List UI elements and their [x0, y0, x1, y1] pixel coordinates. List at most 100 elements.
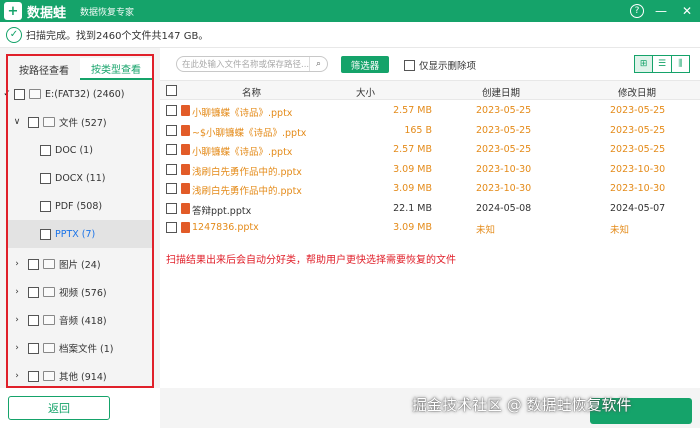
table-row[interactable]: 浅刷白先勇作品中的.pptx 3.09 MB 2023-10-30 2023-1… [160, 160, 700, 180]
chevron-down-icon[interactable]: ∨ [12, 117, 22, 127]
image-icon [43, 259, 55, 269]
tree-checkbox[interactable] [14, 88, 25, 100]
tree-item-label: DOCX (11) [55, 172, 106, 184]
row-checkbox[interactable] [166, 222, 177, 233]
tree-item-images[interactable]: › 图片 (24) [8, 250, 152, 278]
pptx-file-icon [181, 144, 190, 155]
only-deleted-label: 仅显示删除项 [419, 61, 477, 72]
table-row[interactable]: 浅刷白先勇作品中的.pptx 3.09 MB 2023-10-30 2023-1… [160, 179, 700, 199]
only-deleted-checkbox[interactable] [404, 59, 415, 71]
minimize-icon[interactable]: — [652, 2, 670, 20]
tree-checkbox[interactable] [28, 342, 39, 354]
file-modified: 2023-05-25 [610, 105, 666, 116]
tree-item-audio[interactable]: › 音频 (418) [8, 306, 152, 334]
file-size: 2.57 MB [393, 144, 432, 155]
tab-by-type[interactable]: 按类型查看 [80, 58, 152, 80]
file-modified: 2023-05-25 [610, 144, 666, 155]
tree-item-docx[interactable]: DOCX (11) [8, 164, 152, 192]
tree-item-label: DOC (1) [55, 144, 93, 156]
column-modified[interactable]: 修改日期 [618, 85, 656, 99]
pptx-file-icon [181, 105, 190, 116]
column-size[interactable]: 大小 [356, 85, 375, 99]
table-row[interactable]: 小聊镰蝶《诗品》.pptx 2.57 MB 2023-05-25 2023-05… [160, 101, 700, 121]
tree-item-archives[interactable]: › 档案文件 (1) [8, 334, 152, 362]
table-row[interactable]: 1247836.pptx 3.09 MB 未知 未知 [160, 218, 700, 238]
close-icon[interactable]: ✕ [678, 2, 696, 20]
tree-item-pdf[interactable]: PDF (508) [8, 192, 152, 220]
file-name: ~$小聊镰蝶《诗品》.pptx [192, 128, 307, 139]
row-checkbox[interactable] [166, 125, 177, 136]
tree-item-label: 图片 (24) [59, 260, 101, 271]
file-name: 浅刷白先勇作品中的.pptx [192, 167, 302, 178]
detail-view-icon[interactable]: ⫼ [672, 56, 689, 72]
tree-checkbox[interactable] [40, 144, 51, 156]
chevron-right-icon[interactable]: › [12, 343, 22, 353]
file-size: 2.57 MB [393, 105, 432, 116]
file-modified: 2023-10-30 [610, 183, 666, 194]
tree-checkbox[interactable] [28, 116, 39, 128]
folder-icon [43, 371, 55, 381]
help-icon[interactable]: ? [630, 4, 644, 18]
tree-item-drive[interactable]: ✓ E:(FAT32) (2460) [3, 80, 152, 108]
audio-icon [43, 315, 55, 325]
tree-checkbox[interactable] [28, 370, 39, 382]
view-mode-toggle: ⊞ ☰ ⫼ [634, 55, 690, 73]
tree-checkbox[interactable] [28, 258, 39, 270]
tab-by-path[interactable]: 按路径查看 [8, 58, 80, 80]
document-icon [43, 117, 55, 127]
select-all-checkbox[interactable] [166, 85, 177, 96]
file-created: 2023-10-30 [476, 183, 532, 194]
table-row[interactable]: 答辩ppt.pptx 22.1 MB 2024-05-08 2024-05-07 [160, 199, 700, 219]
file-created: 2023-10-30 [476, 164, 532, 175]
filter-button[interactable]: 筛选器 [341, 56, 389, 73]
file-modified: 未知 [610, 225, 630, 236]
file-modified: 2023-05-25 [610, 125, 666, 136]
tree-item-label: 音频 (418) [59, 316, 107, 327]
chevron-right-icon[interactable]: › [12, 371, 22, 381]
row-checkbox[interactable] [166, 105, 177, 116]
tree-item-videos[interactable]: › 视频 (576) [8, 278, 152, 306]
drive-icon [29, 89, 41, 99]
grid-view-icon[interactable]: ⊞ [635, 56, 654, 72]
table-row[interactable]: ~$小聊镰蝶《诗品》.pptx 165 B 2023-05-25 2023-05… [160, 121, 700, 141]
tree-checkbox[interactable] [40, 200, 51, 212]
row-checkbox[interactable] [166, 203, 177, 214]
chevron-right-icon[interactable]: › [12, 259, 22, 269]
row-checkbox[interactable] [166, 164, 177, 175]
tree-checkbox[interactable] [28, 286, 39, 298]
tree-item-pptx[interactable]: PPTX (7) [8, 220, 152, 248]
file-size: 3.09 MB [393, 222, 432, 233]
column-name[interactable]: 名称 [242, 85, 261, 99]
tree-checkbox[interactable] [40, 228, 51, 240]
tree-item-label: PPTX (7) [55, 228, 96, 240]
list-view-icon[interactable]: ☰ [653, 56, 672, 72]
chevron-right-icon[interactable]: › [12, 315, 22, 325]
file-table-header: 名称 大小 创建日期 修改日期 [160, 80, 700, 100]
pptx-file-icon [181, 125, 190, 136]
scan-status-text: 扫描完成。找到2460个文件共147 GB。 [26, 31, 209, 42]
back-button[interactable]: 返回 [8, 396, 110, 420]
row-checkbox[interactable] [166, 183, 177, 194]
file-size: 165 B [404, 125, 432, 136]
tree-checkbox[interactable] [28, 314, 39, 326]
video-icon [43, 287, 55, 297]
chevron-right-icon[interactable]: › [12, 287, 22, 297]
search-icon[interactable]: ⌕ [309, 57, 327, 71]
search-placeholder: 在此处输入文件名称或保存路径... [182, 60, 309, 70]
tree-item-documents[interactable]: ∨ 文件 (527) [8, 108, 152, 136]
tree-item-doc[interactable]: DOC (1) [8, 136, 152, 164]
row-checkbox[interactable] [166, 144, 177, 155]
pptx-file-icon [181, 183, 190, 194]
pptx-file-icon [181, 222, 190, 233]
column-created[interactable]: 创建日期 [482, 85, 520, 99]
search-input[interactable]: 在此处输入文件名称或保存路径... ⌕ [176, 56, 328, 72]
file-name: 1247836.pptx [192, 222, 259, 233]
app-logo-icon: + [4, 2, 22, 20]
sidebar-tabs: 按路径查看 按类型查看 [8, 58, 152, 80]
annotation-text: 扫描结果出来后会自动分好类，帮助用户更快选择需要恢复的文件 [166, 255, 456, 266]
table-row[interactable]: 小聊镰蝶《诗品》.pptx 2.57 MB 2023-05-25 2023-05… [160, 140, 700, 160]
tree-checkbox[interactable] [40, 172, 51, 184]
tree-item-other[interactable]: › 其他 (914) [8, 362, 152, 390]
only-deleted-toggle[interactable]: 仅显示删除项 [404, 58, 476, 72]
tree-item-label: E:(FAT32) (2460) [45, 88, 125, 100]
